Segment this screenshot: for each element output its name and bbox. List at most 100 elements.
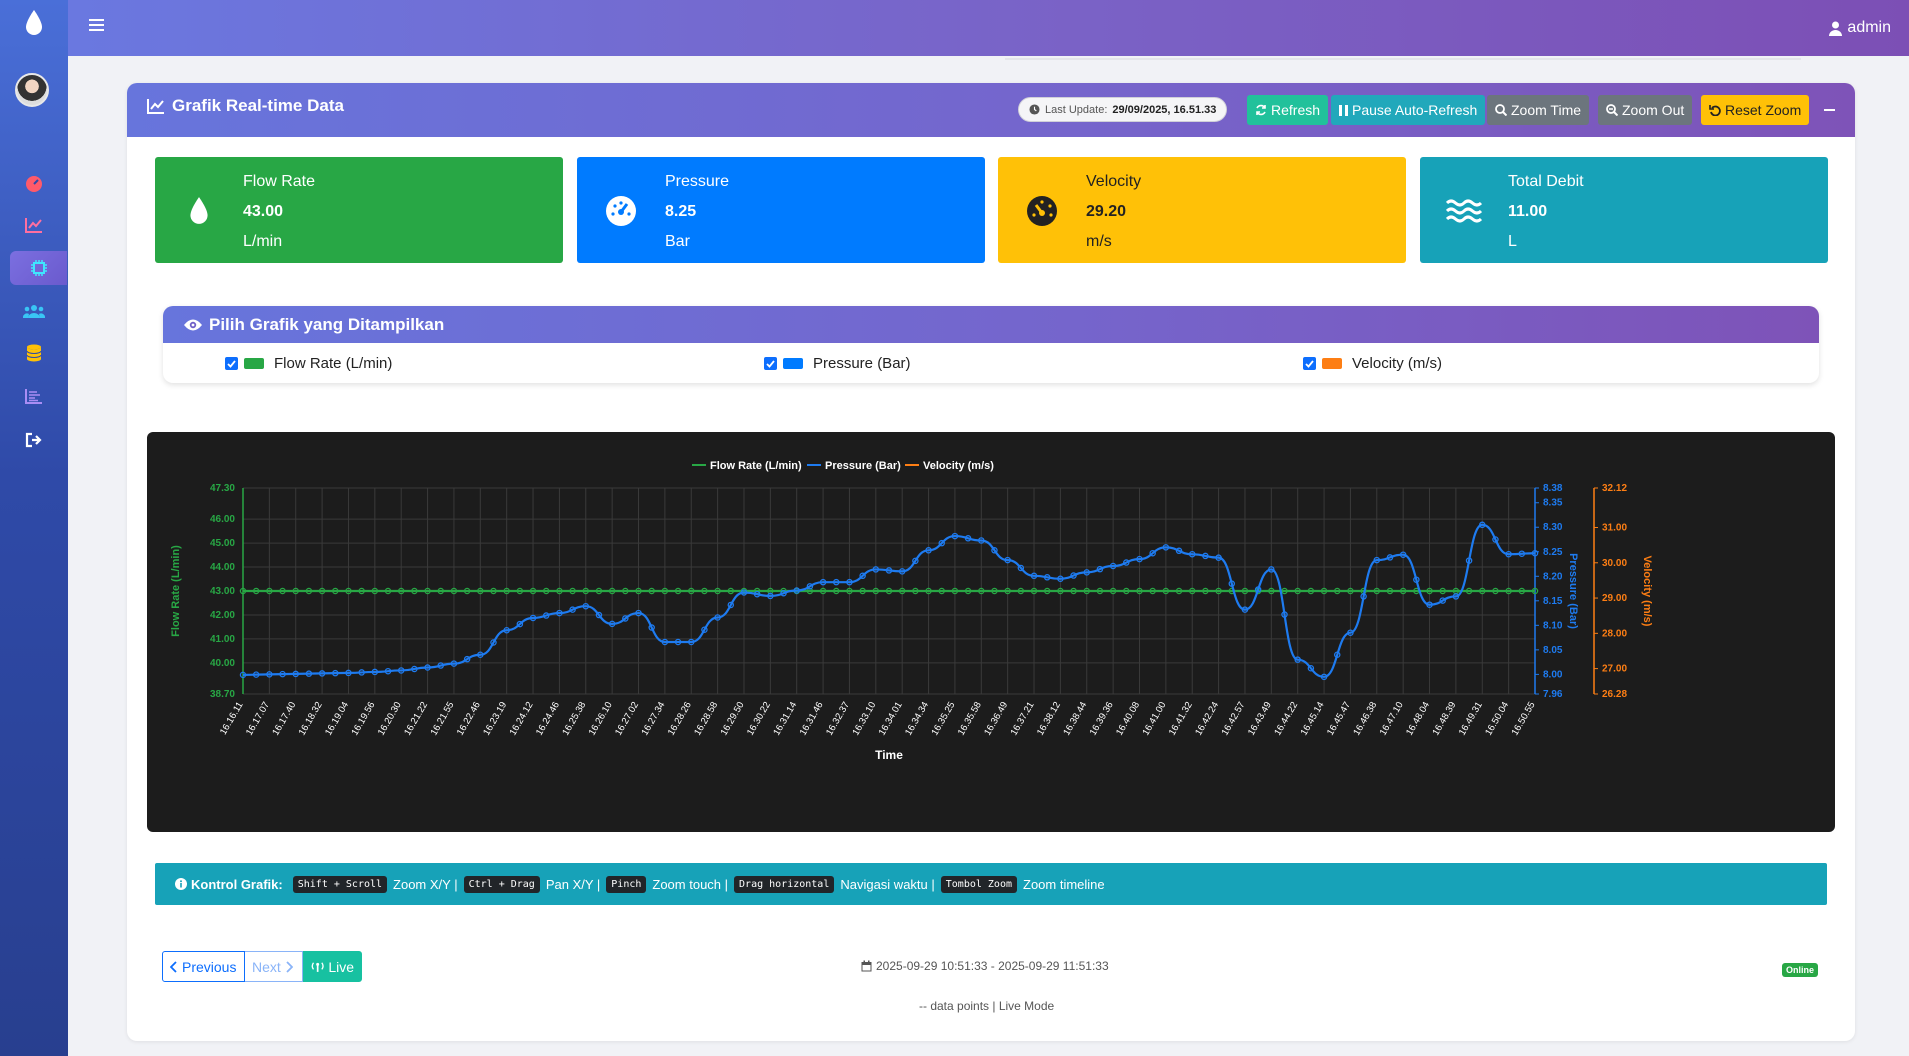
zoom-out-icon [1606,104,1618,116]
sidebar-item-report[interactable] [10,379,58,413]
brand-logo[interactable] [0,0,68,46]
y-right2-tick-label: 27.00 [1602,664,1627,675]
y-right1-tick-label: 7.96 [1543,689,1563,700]
x-tick-label: 16.33.10 [850,700,878,738]
sidebar-item-dashboard[interactable] [10,167,58,201]
menu-toggle-icon[interactable] [89,19,104,34]
x-tick-label: 16.29.50 [719,700,747,738]
divider [1005,58,1801,60]
x-tick-label: 16.50.04 [1483,700,1511,738]
sidebar-item-device[interactable] [10,251,67,285]
chart-line-icon [147,99,164,114]
y-left-tick-label: 46.00 [210,514,235,525]
reset-zoom-label: Reset Zoom [1725,102,1802,118]
logout-icon [25,432,42,448]
next-label: Next [252,958,281,975]
gauge-icon [26,176,42,192]
x-tick-label: 16.30.22 [745,700,773,738]
tint-icon [181,193,217,229]
gauge-icon [603,193,639,229]
pause-icon [1339,104,1348,116]
stat-flow-rate: Flow Rate 43.00 L/min [155,157,563,263]
x-tick-label: 16.39.36 [1088,700,1116,738]
y-right1-tick-label: 8.25 [1543,547,1563,558]
undo-icon [1709,105,1721,116]
pause-auto-refresh-button[interactable]: Pause Auto-Refresh [1331,95,1486,125]
line-chart-icon [25,218,42,233]
x-tick-label: 16.21.22 [402,700,430,738]
shortcut-desc: Zoom timeline [1023,876,1105,892]
checkbox-checked-icon[interactable] [764,357,777,370]
previous-button[interactable]: Previous [162,951,245,982]
stat-unit: Bar [665,233,690,250]
next-button[interactable]: Next [245,951,303,982]
tachometer-icon [1024,193,1060,229]
x-tick-label: 16.17.07 [244,700,272,738]
sidebar-item-database[interactable] [10,336,58,370]
shortcut-key: Drag horizontal [734,875,835,893]
chart-svg[interactable]: 47.30 46.00 45.00 44.00 43.00 42.00 41.00 40.00… [147,432,1835,832]
refresh-label: Refresh [1271,102,1321,118]
y-left-tick-label: 41.00 [210,634,235,645]
x-tick-label: 16.27.02 [613,700,641,738]
last-update-badge: Last Update: 29/09/2025, 16.51.33 [1018,97,1228,122]
stat-velocity: Velocity 29.20 m/s [998,157,1406,263]
x-tick-label: 16.22.46 [455,700,483,738]
sidebar-item-chart[interactable] [10,208,58,242]
info-circle-icon [175,878,187,890]
stat-value: 43.00 [243,203,284,220]
y-right1-tick-label: 8.15 [1543,596,1563,607]
x-tick-label: 16.23.19 [481,700,509,738]
avatar[interactable] [15,73,49,107]
user-menu[interactable]: admin [1829,19,1891,37]
zoom-out-label: Zoom Out [1622,102,1685,118]
checkbox-checked-icon[interactable] [1303,357,1316,370]
x-tick-label: 16.24.12 [508,700,536,738]
checkbox-checked-icon[interactable] [225,357,238,370]
stat-value: 29.20 [1086,203,1127,220]
realtime-chart[interactable]: 47.30 46.00 45.00 44.00 43.00 42.00 41.00 40.00… [147,432,1835,832]
x-tick-label: 16.45.14 [1299,700,1327,738]
sidebar-item-logout[interactable] [10,423,58,457]
toggle-velocity[interactable]: Velocity (m/s) [1303,355,1442,372]
y-right2-tick-label: 30.00 [1602,558,1627,569]
x-tick-label: 16.19.56 [349,700,377,738]
shortcut-key: Pinch [606,875,647,893]
x-tick-label: 16.41.00 [1140,700,1168,738]
toggle-flow-rate[interactable]: Flow Rate (L/min) [225,355,392,372]
eye-icon [184,319,202,331]
y-right2-tick-label: 28.00 [1602,628,1627,639]
x-tick-label: 16.42.57 [1220,700,1248,738]
zoom-out-button[interactable]: Zoom Out [1598,95,1693,125]
velocity-swatch [1322,358,1342,369]
data-points-info: -- data points | Live Mode [919,999,1055,1013]
list-chart-icon [25,389,42,404]
shortcut-desc: Zoom X/Y | [393,876,458,892]
x-tick-label: 16.32.37 [824,700,852,738]
x-tick-label: 16.41.32 [1167,700,1195,738]
x-tick-label: 16.17.40 [270,700,298,738]
username: admin [1847,19,1891,36]
x-tick-label: 16.48.39 [1430,700,1458,738]
toggle-pressure[interactable]: Pressure (Bar) [764,355,911,372]
last-update-value: 29/09/2025, 16.51.33 [1112,103,1217,116]
x-tick-label: 16.36.49 [982,700,1010,738]
time-range: 2025-09-29 10:51:33 - 2025-09-29 11:51:3… [861,959,1109,973]
sidebar-item-users[interactable] [10,294,58,328]
stat-label: Velocity [1086,173,1142,190]
y-left-tick-label: 42.00 [210,610,235,621]
stat-unit: L [1508,233,1517,250]
reset-zoom-button[interactable]: Reset Zoom [1701,95,1810,125]
collapse-icon[interactable] [1824,109,1835,111]
stat-total-debit: Total Debit 11.00 L [1420,157,1828,263]
refresh-button[interactable]: Refresh [1247,95,1329,125]
y-left-tick-label: 45.00 [210,538,235,549]
zoom-time-button[interactable]: Zoom Time [1487,95,1590,125]
y-right2-tick-label: 26.28 [1602,689,1627,700]
status-badge: Online [1782,963,1819,977]
y-left-tick-label: 38.70 [210,689,235,700]
x-tick-label: 16.16.11 [218,700,246,737]
x-axis-title: Time [875,748,903,762]
y-left-tick-label: 47.30 [210,483,235,494]
live-button[interactable]: Live [303,951,362,982]
